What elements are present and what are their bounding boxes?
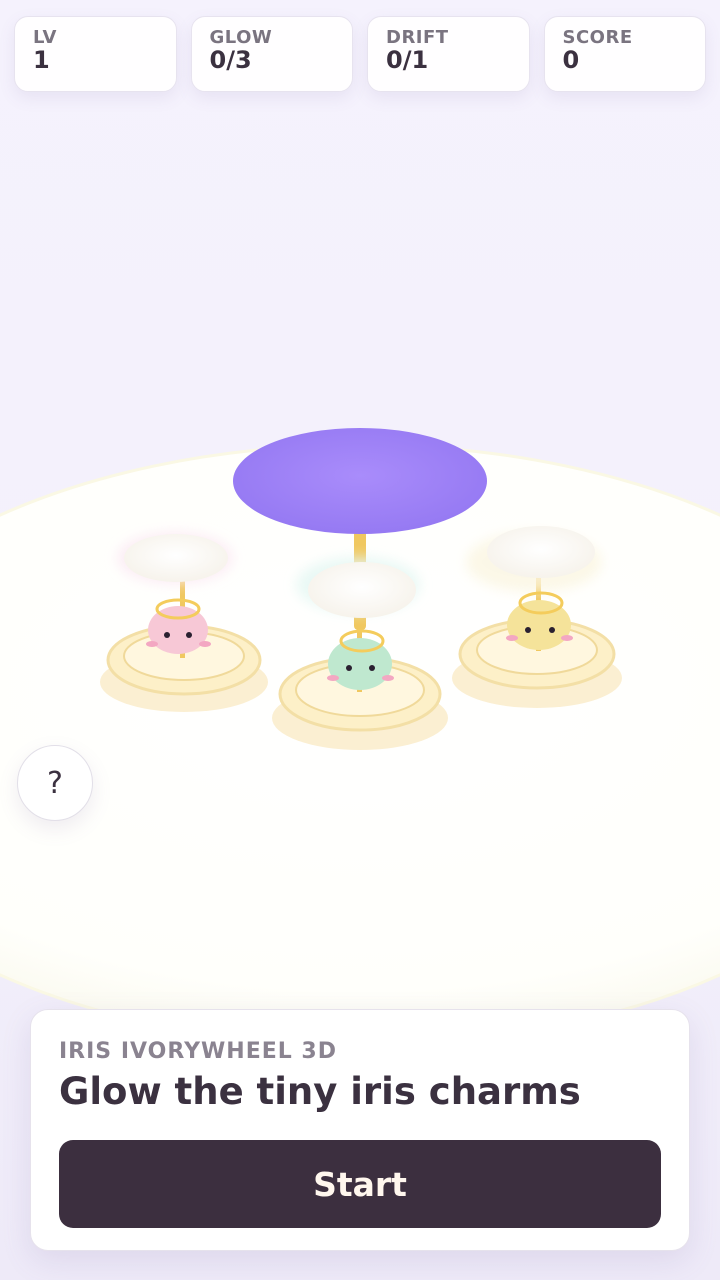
stat-level: LV 1 [14, 16, 177, 92]
start-button[interactable]: Start [59, 1140, 661, 1228]
stat-score-label: SCORE [562, 27, 633, 48]
game-subtitle: IRIS IVORYWHEEL 3D [59, 1039, 337, 1064]
hud-bar: LV 1 GLOW 0/3 DRIFT 0/1 SCORE 0 [14, 16, 706, 92]
stat-glow: GLOW 0/3 [190, 16, 353, 92]
stat-level-value: 1 [33, 46, 50, 74]
game-title: Glow the tiny iris charms [59, 1070, 581, 1113]
stat-drift: DRIFT 0/1 [367, 16, 530, 92]
stat-score-value: 0 [562, 46, 580, 74]
stat-level-label: LV [33, 27, 57, 48]
stat-glow-value: 0/3 [209, 46, 252, 74]
stat-score: SCORE 0 [543, 16, 706, 92]
intro-panel: IRIS IVORYWHEEL 3D Glow the tiny iris ch… [30, 1009, 690, 1251]
stat-drift-value: 0/1 [386, 46, 429, 74]
center-canopy [233, 428, 487, 534]
help-button[interactable]: ? [17, 745, 93, 821]
